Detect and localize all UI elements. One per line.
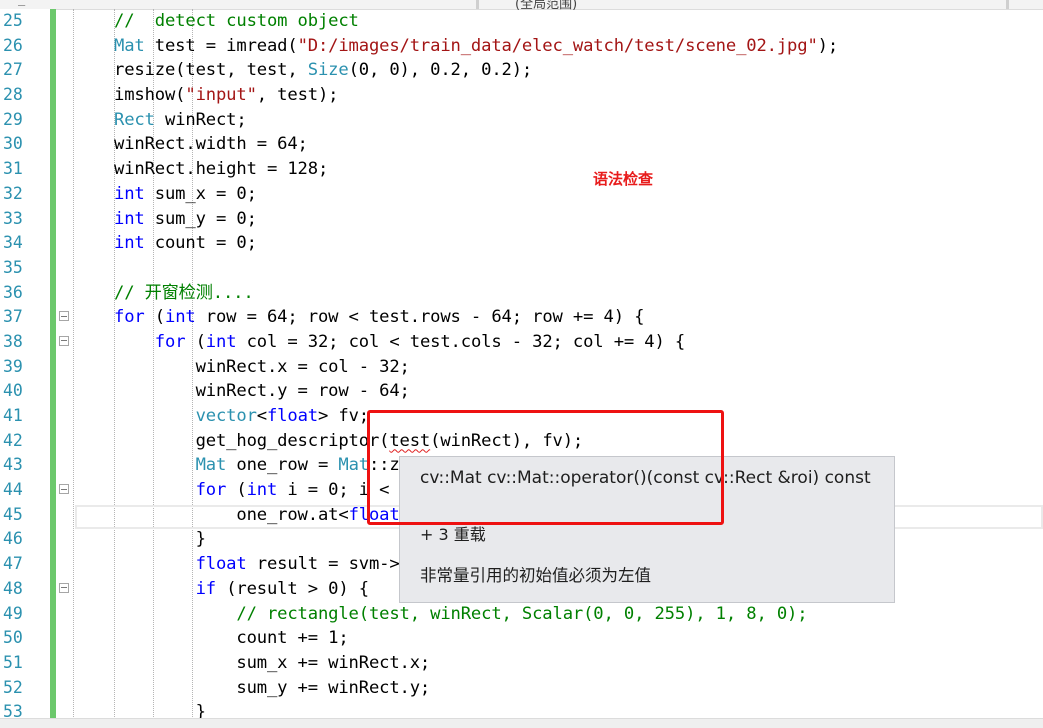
code-line[interactable]: 40 winRect.y = row - 64; bbox=[0, 379, 1043, 404]
code-text: } bbox=[114, 529, 206, 550]
dropdown-divider bbox=[476, 0, 479, 9]
code-text: winRect.width = 64; bbox=[114, 134, 308, 155]
dropdown-divider bbox=[1006, 0, 1009, 9]
code-text: winRect.y = row - 64; bbox=[114, 381, 410, 402]
line-number: 29 bbox=[3, 109, 23, 129]
code-text: int sum_x = 0; bbox=[114, 183, 257, 204]
code-line[interactable]: 52 sum_y += winRect.y; bbox=[0, 676, 1043, 701]
line-number: 36 bbox=[3, 282, 23, 302]
line-number: 41 bbox=[3, 406, 23, 425]
line-number: 52 bbox=[3, 677, 23, 697]
code-line[interactable]: 28 imshow("input", test); bbox=[0, 83, 1043, 108]
code-line[interactable]: 37 for (int row = 64; row < test.rows - 6… bbox=[0, 305, 1043, 330]
code-text: sum_x += winRect.x; bbox=[114, 652, 431, 673]
code-line[interactable]: 50 count += 1; bbox=[0, 626, 1043, 651]
line-number: 37 bbox=[3, 307, 23, 327]
line-number: 26 bbox=[3, 35, 23, 55]
line-number: 44 bbox=[3, 480, 23, 500]
line-number: 33 bbox=[3, 208, 23, 228]
code-line[interactable]: 34 int count = 0; bbox=[0, 231, 1043, 256]
line-number: 43 bbox=[3, 455, 23, 475]
line-number: 51 bbox=[3, 652, 23, 672]
code-text: Mat test = imread("D:/images/train_data/… bbox=[114, 35, 839, 56]
collapse-icon[interactable] bbox=[59, 484, 69, 495]
code-text: vector<float> fv; bbox=[195, 406, 370, 426]
line-number: 35 bbox=[3, 257, 23, 277]
annotation-label: 语法检查 bbox=[593, 170, 654, 188]
code-text: Rect winRect; bbox=[114, 109, 247, 130]
code-line[interactable]: 39 winRect.x = col - 32; bbox=[0, 355, 1043, 380]
line-number: 45 bbox=[3, 504, 23, 524]
code-text: // detect custom object bbox=[114, 11, 359, 31]
code-text: int sum_y = 0; bbox=[114, 208, 257, 229]
code-text: count += 1; bbox=[114, 628, 349, 649]
code-line[interactable]: 33 int sum_y = 0; bbox=[0, 207, 1043, 232]
code-text: int count = 0; bbox=[114, 233, 257, 254]
code-line[interactable]: 51 sum_x += winRect.x; bbox=[0, 651, 1043, 676]
code-text: for (int row = 64; row < test.rows - 64;… bbox=[114, 307, 645, 328]
code-text: // 开窗检测.... bbox=[114, 282, 254, 303]
line-number: 47 bbox=[3, 554, 23, 574]
tooltip-error-message: 非常量引用的初始值必须为左值 bbox=[420, 566, 651, 585]
code-line[interactable]: 25 // detect custom object bbox=[0, 9, 1043, 34]
code-text: winRect.x = col - 32; bbox=[114, 356, 410, 377]
collapse-icon[interactable] bbox=[59, 311, 69, 322]
code-line[interactable]: 38 for (int col = 32; col < test.cols - … bbox=[0, 330, 1043, 355]
line-number: 27 bbox=[3, 60, 23, 80]
code-line[interactable]: 36 // 开窗检测.... bbox=[0, 281, 1043, 306]
code-editor[interactable]: 25 // detect custom object 26 Mat test = im… bbox=[0, 9, 1043, 725]
code-line[interactable]: 49 // rectangle(test, winRect, Scalar(0,… bbox=[0, 602, 1043, 627]
annotation-highlight-box bbox=[367, 410, 724, 525]
line-number: 30 bbox=[3, 134, 23, 154]
code-line[interactable]: 35 bbox=[0, 256, 1043, 281]
collapse-icon[interactable] bbox=[59, 335, 69, 346]
code-text: // rectangle(test, winRect, Scalar(0, 0,… bbox=[236, 603, 808, 624]
line-number: 48 bbox=[3, 578, 23, 598]
line-number: 50 bbox=[3, 628, 23, 648]
code-text: if (result > 0) { bbox=[195, 578, 370, 599]
line-number: 32 bbox=[3, 183, 23, 203]
code-text: float result = svm->pr bbox=[195, 554, 421, 575]
code-line[interactable]: 26 Mat test = imread("D:/images/train_dat… bbox=[0, 34, 1043, 59]
line-number: 46 bbox=[3, 529, 23, 549]
code-text: for (int col = 32; col < test.cols - 32;… bbox=[154, 331, 686, 352]
line-number: 39 bbox=[3, 356, 23, 376]
code-text: resize(test, test, Size(0, 0), 0.2, 0.2)… bbox=[114, 60, 533, 81]
code-line[interactable]: 30 winRect.width = 64; bbox=[0, 132, 1043, 157]
code-text: imshow("input", test); bbox=[114, 85, 339, 106]
line-number: 40 bbox=[3, 381, 23, 401]
line-number: 31 bbox=[3, 159, 23, 179]
code-line[interactable]: 27 resize(test, test, Size(0, 0), 0.2, 0.… bbox=[0, 58, 1043, 83]
code-line[interactable]: 29 Rect winRect; bbox=[0, 108, 1043, 133]
collapse-icon[interactable] bbox=[59, 582, 69, 593]
top-left-fragment: _ bbox=[18, 0, 25, 6]
code-line[interactable]: 32 int sum_x = 0; bbox=[0, 182, 1043, 207]
code-text: winRect.height = 128; bbox=[114, 159, 329, 180]
code-text: sum_y += winRect.y; bbox=[114, 677, 431, 698]
line-number: 42 bbox=[3, 430, 23, 450]
line-number: 34 bbox=[3, 233, 23, 253]
code-line[interactable]: 31 winRect.height = 128; bbox=[0, 157, 1043, 182]
line-number: 38 bbox=[3, 331, 23, 351]
line-number: 25 bbox=[3, 11, 23, 30]
line-number: 28 bbox=[3, 85, 23, 105]
line-number: 49 bbox=[3, 603, 23, 623]
